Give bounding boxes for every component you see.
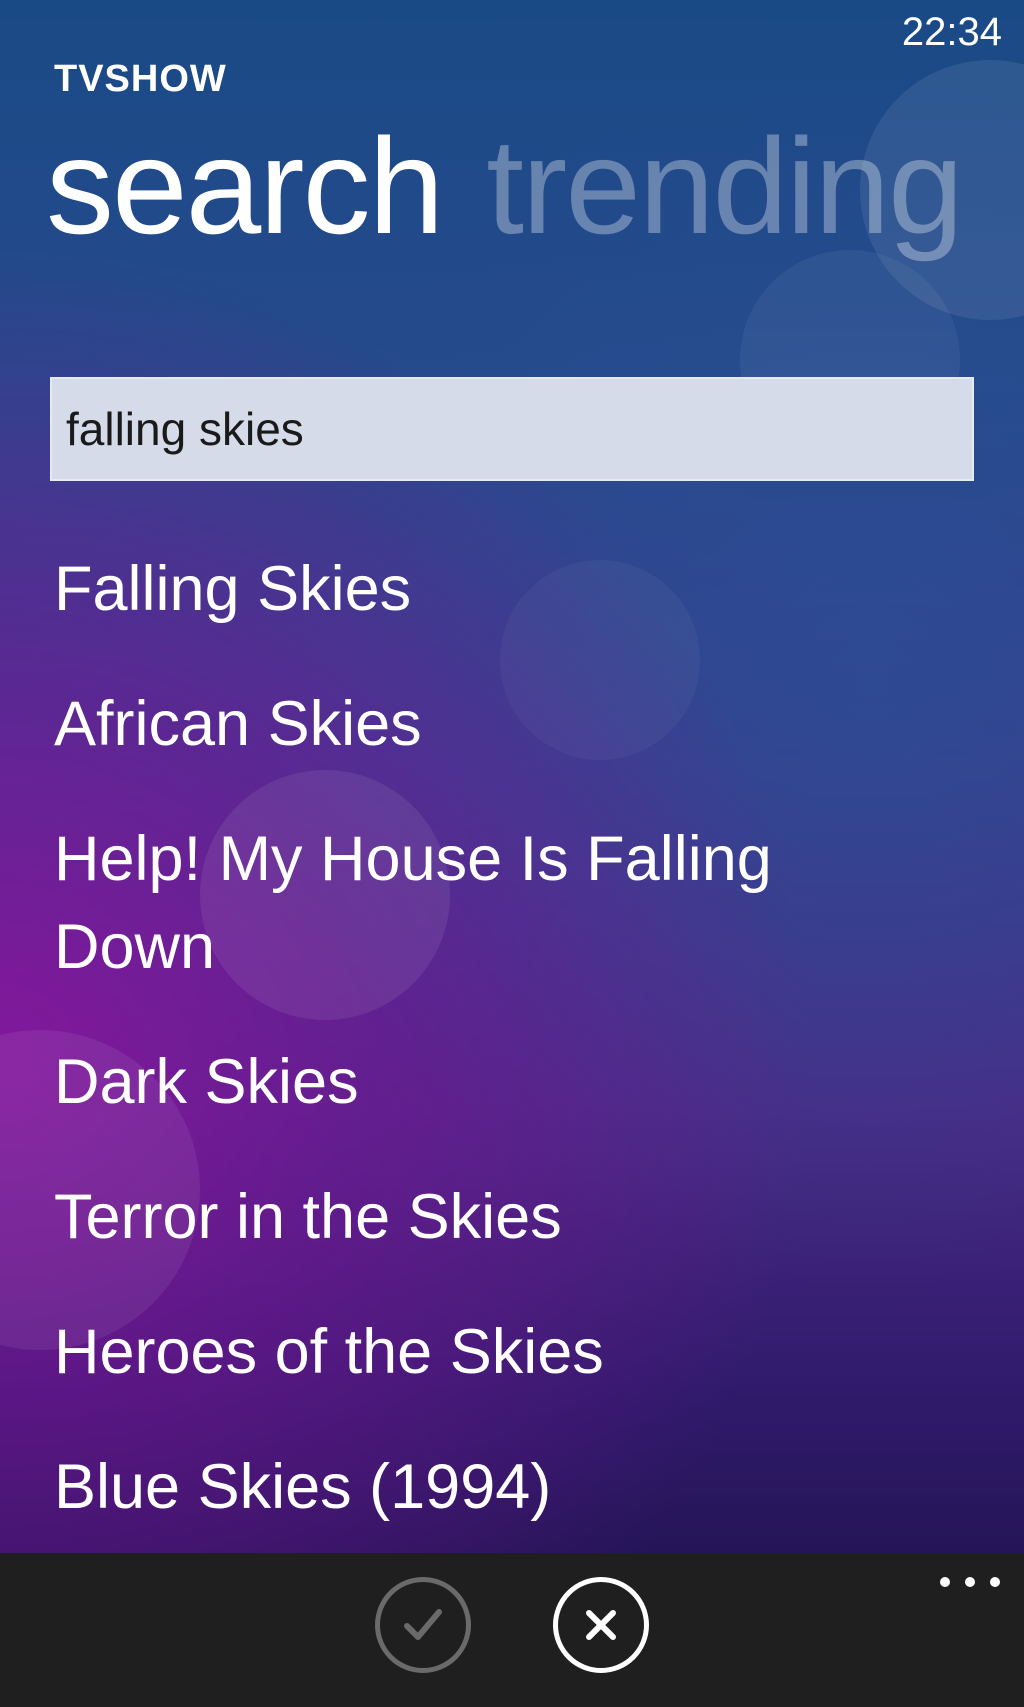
- pivot-header: search trending: [46, 118, 1006, 254]
- result-item-terror-in-the-skies[interactable]: Terror in the Skies: [54, 1173, 954, 1261]
- result-item-help-my-house-is-falling-down[interactable]: Help! My House Is Falling Down: [54, 815, 834, 991]
- close-icon: [586, 1610, 616, 1640]
- app-screen: 22:34 TVSHOW search trending Falling Skie…: [0, 0, 1024, 1707]
- search-field[interactable]: [50, 377, 974, 481]
- app-bar: [0, 1553, 1024, 1707]
- search-input[interactable]: [66, 402, 958, 456]
- result-item-falling-skies[interactable]: Falling Skies: [54, 545, 954, 633]
- check-icon: [404, 1609, 442, 1640]
- more-ellipsis-icon[interactable]: [940, 1567, 1000, 1597]
- result-item-heroes-of-the-skies[interactable]: Heroes of the Skies: [54, 1308, 954, 1396]
- app-title: TVSHOW: [54, 58, 227, 100]
- result-item-african-skies[interactable]: African Skies: [54, 680, 954, 768]
- ellipsis-dot: [940, 1577, 950, 1587]
- search-results-list: Falling Skies African Skies Help! My Hou…: [54, 545, 954, 1578]
- result-item-dark-skies[interactable]: Dark Skies: [54, 1038, 954, 1126]
- cancel-button[interactable]: [553, 1577, 649, 1673]
- ellipsis-dot: [990, 1577, 1000, 1587]
- result-item-blue-skies-1994[interactable]: Blue Skies (1994): [54, 1443, 954, 1531]
- status-bar-clock: 22:34: [901, 10, 1002, 54]
- ellipsis-dot: [965, 1577, 975, 1587]
- tab-search[interactable]: search: [46, 118, 444, 254]
- tab-trending[interactable]: trending: [486, 118, 963, 254]
- confirm-button[interactable]: [375, 1577, 471, 1673]
